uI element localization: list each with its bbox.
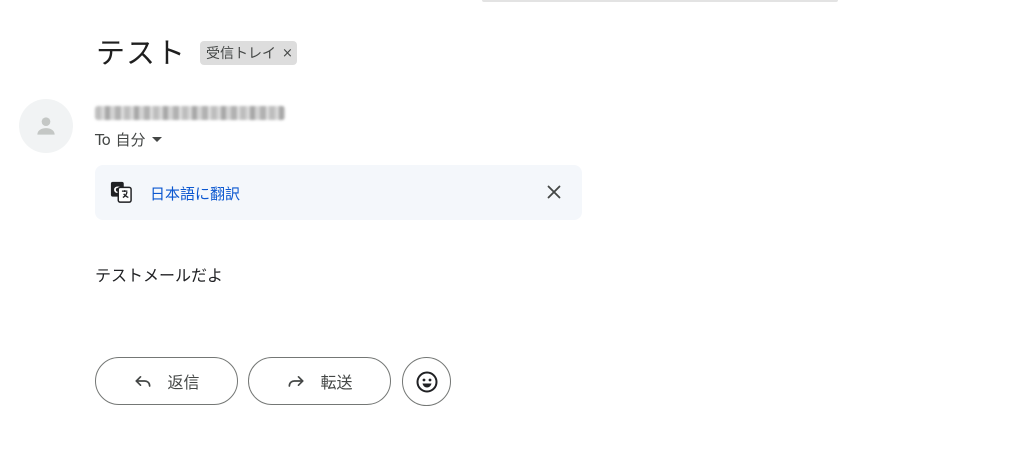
reply-icon	[135, 376, 151, 387]
reply-label: 返信	[167, 373, 200, 392]
emoji-reaction-icon	[416, 371, 437, 392]
forward-label: 転送	[320, 373, 353, 392]
forward-button[interactable]: 転送	[248, 357, 391, 405]
email-body: テストメールだよ	[95, 266, 224, 285]
remove-label-icon[interactable]: ×	[282, 46, 293, 61]
forward-icon	[288, 376, 304, 387]
sender-avatar[interactable]	[19, 99, 73, 153]
label-chip-text: 受信トレイ	[206, 46, 277, 62]
inbox-label-chip[interactable]: 受信トレイ ×	[200, 41, 297, 65]
email-view: テスト 受信トレイ × To 自分 G 日本語に翻訳 テストメールだよ 返信 転…	[0, 0, 1024, 475]
to-line: To 自分	[95, 131, 146, 149]
translate-link[interactable]: 日本語に翻訳	[150, 183, 240, 204]
translate-banner: G 日本語に翻訳	[95, 165, 582, 220]
subject-row: テスト 受信トレイ ×	[96, 30, 297, 72]
translate-icon: G	[110, 181, 132, 203]
person-icon	[37, 117, 55, 135]
sender-address-redacted	[95, 106, 285, 120]
emoji-reaction-button[interactable]	[402, 357, 451, 406]
email-subject: テスト	[96, 36, 187, 70]
toolbar-edge	[482, 0, 838, 2]
close-icon[interactable]	[543, 181, 565, 203]
recipients-toggle[interactable]: To 自分	[95, 129, 162, 150]
reply-button[interactable]: 返信	[95, 357, 238, 405]
chevron-down-icon[interactable]	[151, 137, 162, 142]
